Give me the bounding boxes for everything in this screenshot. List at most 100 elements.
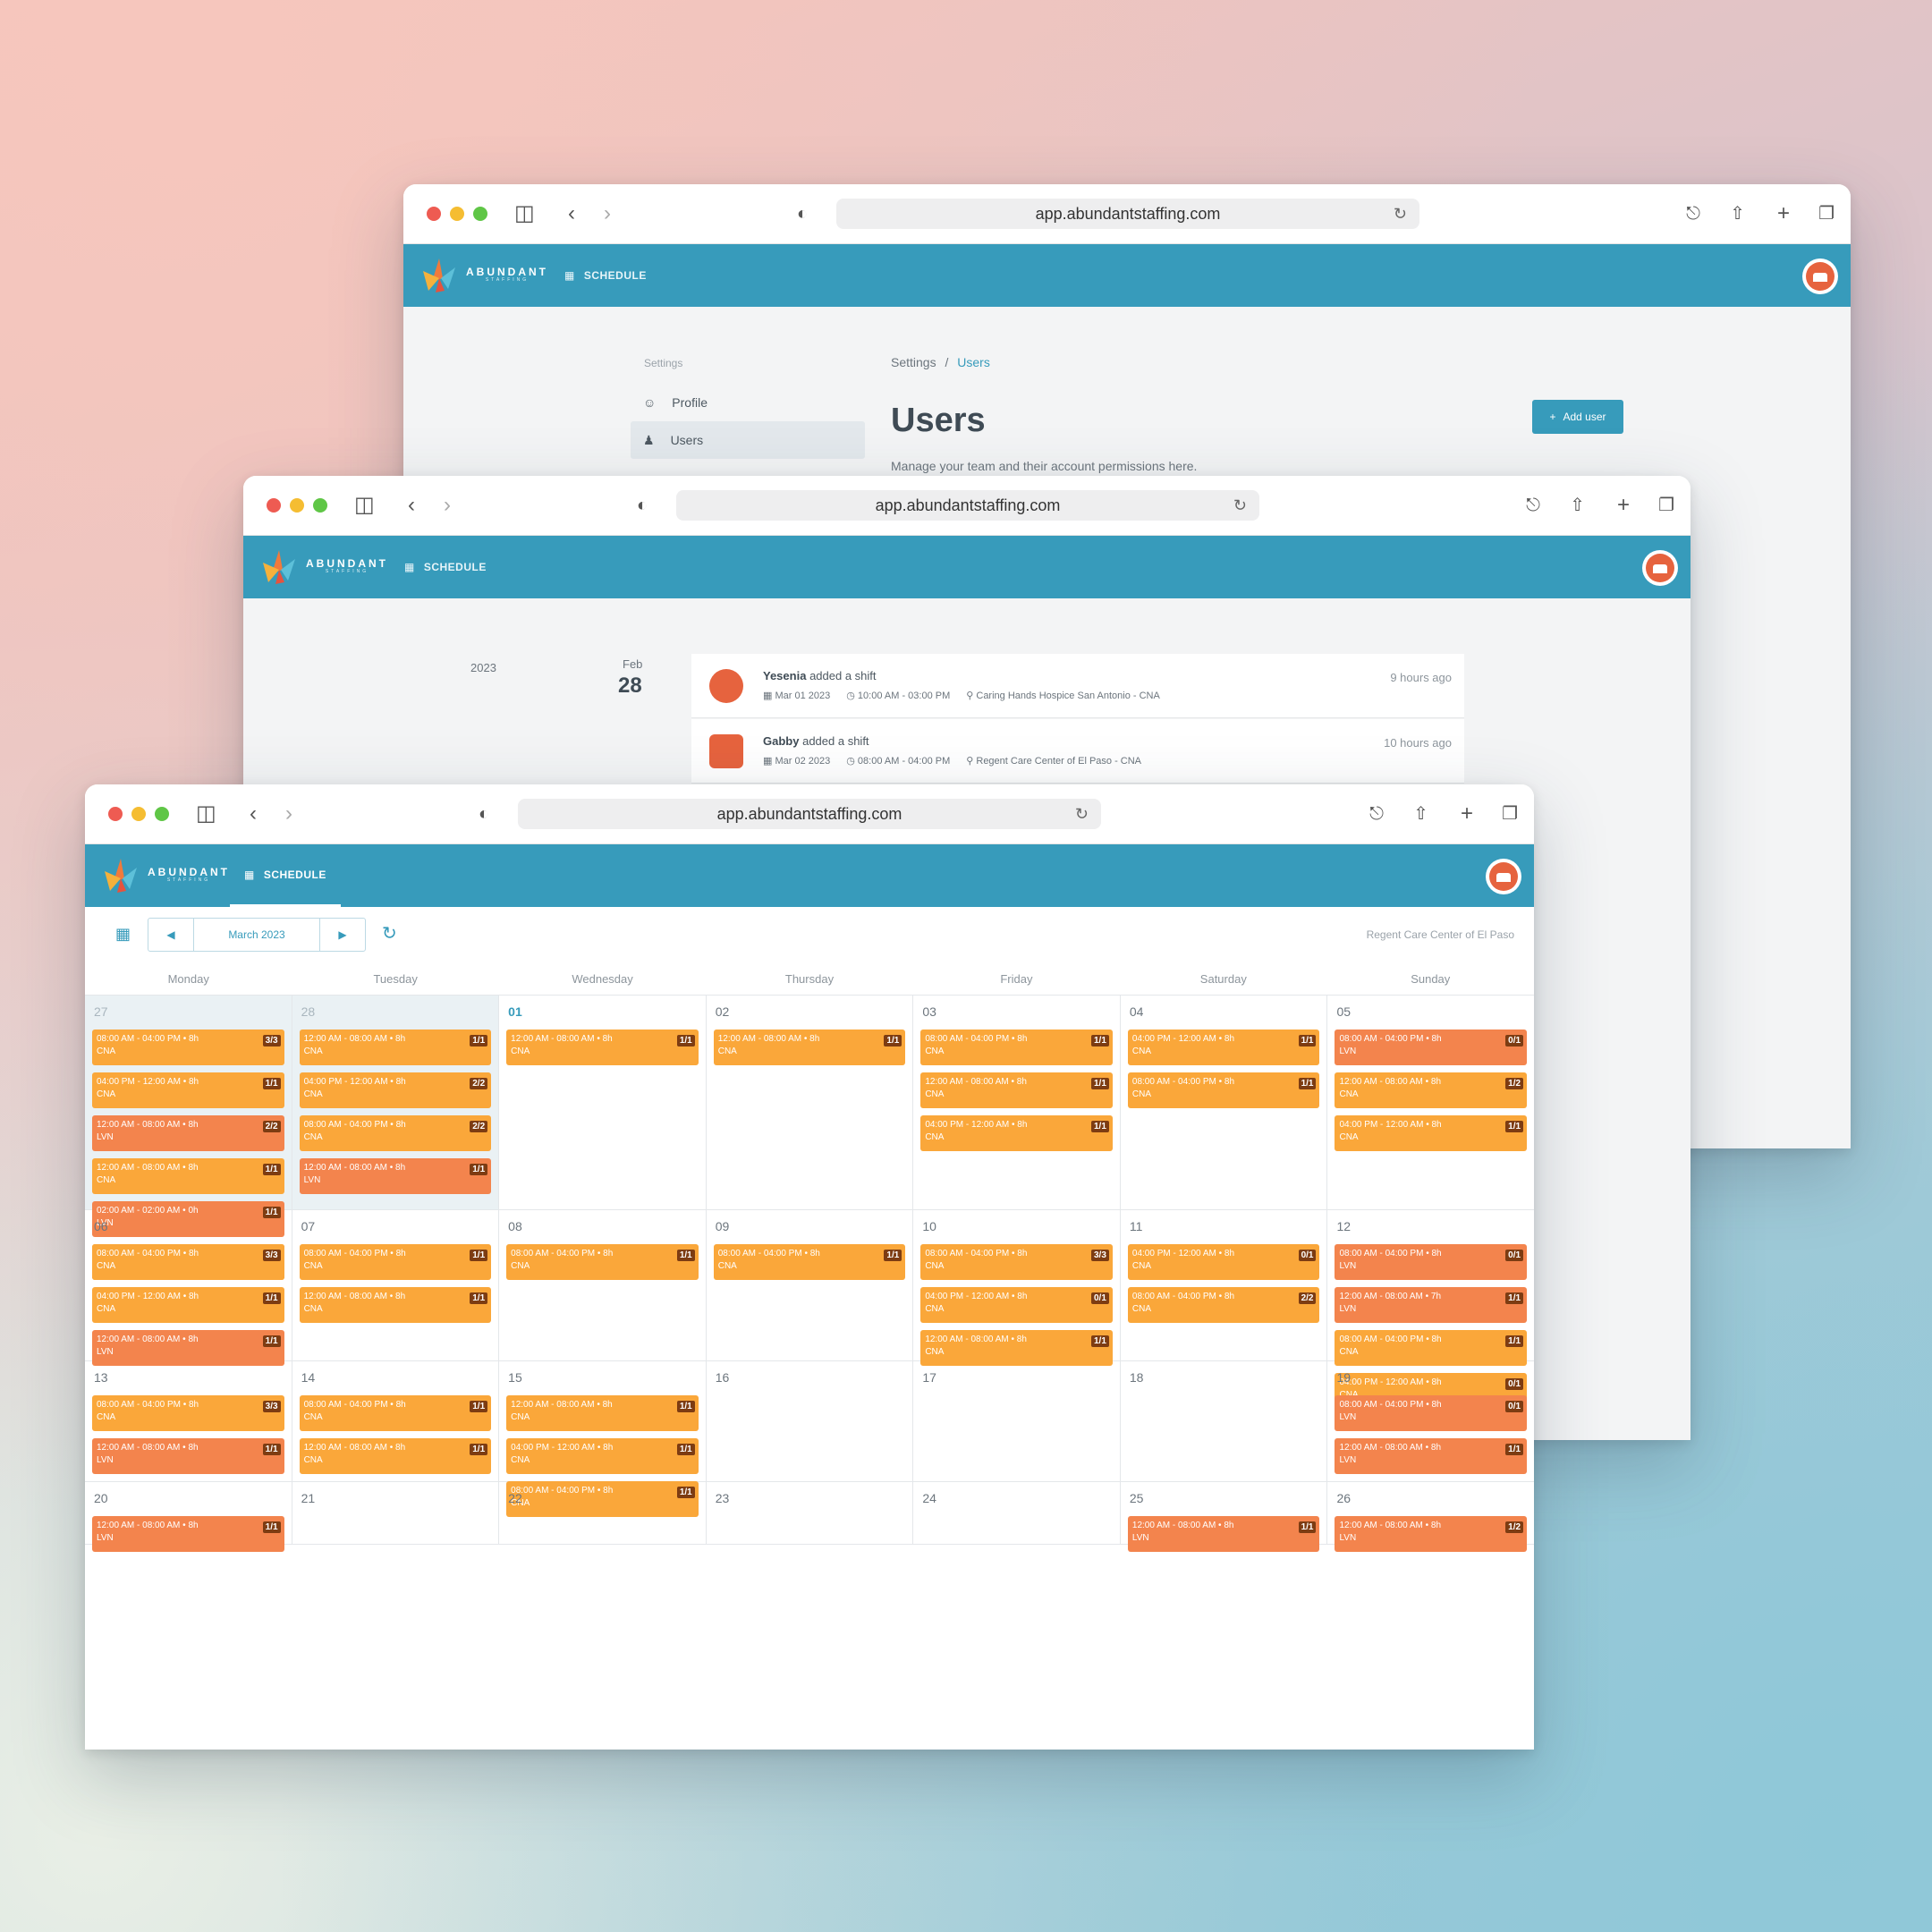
shift-card[interactable]: 04:00 PM - 12:00 AM • 8h CNA 0/1 bbox=[920, 1287, 1113, 1323]
shift-card[interactable]: 12:00 AM - 08:00 AM • 8h CNA 1/1 bbox=[299, 1030, 492, 1065]
calendar-day[interactable]: 06 08:00 AM - 04:00 PM • 8h CNA 3/3 04:00 PM… bbox=[85, 1210, 292, 1366]
abundant-logo[interactable]: ABUNDANT STAFFING bbox=[101, 855, 230, 894]
calendar-day[interactable]: 17 bbox=[913, 1361, 1121, 1481]
shift-card[interactable]: 08:00 AM - 04:00 PM • 8h CNA 1/1 bbox=[299, 1395, 492, 1431]
calendar-day[interactable]: 23 bbox=[707, 1482, 914, 1544]
shift-card[interactable]: 04:00 PM - 12:00 AM • 8h CNA 1/1 bbox=[506, 1438, 699, 1474]
shift-card[interactable]: 08:00 AM - 04:00 PM • 8h CNA 3/3 bbox=[92, 1395, 284, 1431]
avatar[interactable] bbox=[1486, 859, 1521, 894]
calendar-picker-icon[interactable]: ▦ bbox=[115, 925, 131, 944]
shift-card[interactable]: 12:00 AM - 08:00 AM • 8h LVN 1/2 bbox=[1335, 1516, 1528, 1552]
tabs-overview-icon[interactable]: ❐ bbox=[1818, 203, 1835, 225]
calendar-day[interactable]: 18 bbox=[1121, 1361, 1328, 1481]
calendar-day[interactable]: 13 08:00 AM - 04:00 PM • 8h CNA 3/3 12:00 AM… bbox=[85, 1361, 292, 1481]
shift-card[interactable]: 12:00 AM - 08:00 AM • 8h CNA 1/1 bbox=[299, 1438, 492, 1474]
back-icon[interactable]: ‹ bbox=[250, 803, 257, 825]
address-bar[interactable]: app.abundantstaffing.com ↻ bbox=[518, 799, 1101, 829]
activity-item[interactable]: Yesenia added a shift ▦ Mar 01 2023 ◷ 10… bbox=[691, 654, 1464, 718]
download-icon[interactable]: ⎋ bbox=[1526, 495, 1540, 516]
calendar-day[interactable]: 01 12:00 AM - 08:00 AM • 8h CNA 1/1 bbox=[499, 996, 707, 1209]
shift-card[interactable]: 08:00 AM - 04:00 PM • 8h CNA 3/3 bbox=[92, 1244, 284, 1280]
abundant-logo[interactable]: ABUNDANT STAFFING bbox=[419, 255, 548, 294]
calendar-day[interactable]: 10 08:00 AM - 04:00 PM • 8h CNA 3/3 04:00 PM… bbox=[913, 1210, 1121, 1366]
shift-card[interactable]: 12:00 AM - 08:00 AM • 8h CNA 1/2 bbox=[1335, 1072, 1528, 1108]
close-window-button[interactable] bbox=[108, 807, 123, 821]
shift-card[interactable]: 04:00 PM - 12:00 AM • 8h CNA 0/1 bbox=[1127, 1244, 1320, 1280]
nav-schedule[interactable]: ▦ SCHEDULE bbox=[404, 536, 487, 598]
avatar[interactable] bbox=[1802, 258, 1838, 294]
prev-month-button[interactable]: ◀ bbox=[148, 919, 193, 951]
shift-card[interactable]: 08:00 AM - 04:00 PM • 8h CNA 3/3 bbox=[92, 1030, 284, 1065]
shift-card[interactable]: 12:00 AM - 08:00 AM • 8h LVN 1/1 bbox=[92, 1330, 284, 1366]
calendar-day[interactable]: 08 08:00 AM - 04:00 PM • 8h CNA 1/1 bbox=[499, 1210, 707, 1360]
shift-card[interactable]: 12:00 AM - 08:00 AM • 8h CNA 1/1 bbox=[506, 1395, 699, 1431]
shift-card[interactable]: 08:00 AM - 04:00 PM • 8h CNA 1/1 bbox=[299, 1244, 492, 1280]
shift-card[interactable]: 04:00 PM - 12:00 AM • 8h CNA 1/1 bbox=[92, 1072, 284, 1108]
download-icon[interactable]: ⎋ bbox=[1369, 803, 1384, 825]
breadcrumb-settings[interactable]: Settings bbox=[891, 355, 936, 369]
sidebar-item-users[interactable]: ♟ Users bbox=[631, 421, 865, 459]
calendar-day[interactable]: 05 08:00 AM - 04:00 PM • 8h LVN 0/1 12:00 AM… bbox=[1327, 996, 1534, 1209]
shield-icon[interactable]: ◐ bbox=[479, 803, 489, 825]
calendar-day[interactable]: 11 04:00 PM - 12:00 AM • 8h CNA 0/1 08:00 AM… bbox=[1121, 1210, 1328, 1360]
calendar-day[interactable]: 27 08:00 AM - 04:00 PM • 8h CNA 3/3 04:00 PM… bbox=[85, 996, 292, 1280]
next-month-button[interactable]: ▶ bbox=[320, 919, 365, 951]
shift-card[interactable]: 08:00 AM - 04:00 PM • 8h CNA 2/2 bbox=[299, 1115, 492, 1151]
back-icon[interactable]: ‹ bbox=[408, 495, 415, 516]
shift-card[interactable]: 12:00 AM - 08:00 AM • 8h CNA 1/1 bbox=[299, 1287, 492, 1323]
calendar-day[interactable]: 24 bbox=[913, 1482, 1121, 1544]
calendar-day[interactable]: 12 08:00 AM - 04:00 PM • 8h LVN 0/1 12:00 AM… bbox=[1327, 1210, 1534, 1409]
calendar-day[interactable]: 21 bbox=[292, 1482, 500, 1544]
calendar-day[interactable]: 15 12:00 AM - 08:00 AM • 8h CNA 1/1 04:00 PM… bbox=[499, 1361, 707, 1517]
shift-card[interactable]: 12:00 AM - 08:00 AM • 8h LVN 1/1 bbox=[1127, 1516, 1320, 1552]
zoom-window-button[interactable] bbox=[155, 807, 169, 821]
shift-card[interactable]: 12:00 AM - 08:00 AM • 8h LVN 1/1 bbox=[92, 1438, 284, 1474]
calendar-day[interactable]: 02 12:00 AM - 08:00 AM • 8h CNA 1/1 bbox=[707, 996, 914, 1209]
shift-card[interactable]: 08:00 AM - 04:00 PM • 8h LVN 0/1 bbox=[1335, 1244, 1528, 1280]
shift-card[interactable]: 12:00 AM - 08:00 AM • 8h LVN 1/1 bbox=[92, 1516, 284, 1552]
sidebar-toggle-icon[interactable]: ◫ bbox=[196, 803, 216, 825]
address-bar[interactable]: app.abundantstaffing.com ↻ bbox=[836, 199, 1419, 229]
reload-icon[interactable]: ↻ bbox=[1394, 205, 1407, 224]
shift-card[interactable]: 12:00 AM - 08:00 AM • 8h CNA 1/1 bbox=[506, 1030, 699, 1065]
minimize-window-button[interactable] bbox=[450, 207, 464, 221]
shift-card[interactable]: 04:00 PM - 12:00 AM • 8h CNA 1/1 bbox=[92, 1287, 284, 1323]
calendar-day[interactable]: 03 08:00 AM - 04:00 PM • 8h CNA 1/1 12:00 AM… bbox=[913, 996, 1121, 1209]
calendar-day[interactable]: 28 12:00 AM - 08:00 AM • 8h CNA 1/1 04:00 PM… bbox=[292, 996, 500, 1209]
calendar-day[interactable]: 16 bbox=[707, 1361, 914, 1481]
nav-schedule[interactable]: ▦ SCHEDULE bbox=[230, 844, 341, 907]
shift-card[interactable]: 08:00 AM - 04:00 PM • 8h LVN 0/1 bbox=[1335, 1030, 1528, 1065]
close-window-button[interactable] bbox=[267, 498, 281, 513]
share-icon[interactable]: ⇧ bbox=[1413, 803, 1428, 825]
download-icon[interactable]: ⎋ bbox=[1686, 203, 1700, 225]
minimize-window-button[interactable] bbox=[290, 498, 304, 513]
calendar-day[interactable]: 26 12:00 AM - 08:00 AM • 8h LVN 1/2 bbox=[1327, 1482, 1534, 1552]
shift-card[interactable]: 04:00 PM - 12:00 AM • 8h CNA 2/2 bbox=[299, 1072, 492, 1108]
share-icon[interactable]: ⇧ bbox=[1730, 203, 1745, 225]
forward-icon[interactable]: › bbox=[285, 803, 292, 825]
sidebar-item-profile[interactable]: ☺ Profile bbox=[631, 384, 865, 421]
sidebar-toggle-icon[interactable]: ◫ bbox=[354, 495, 375, 516]
shift-card[interactable]: 12:00 AM - 08:00 AM • 8h LVN 2/2 bbox=[92, 1115, 284, 1151]
shift-card[interactable]: 12:00 AM - 08:00 AM • 8h CNA 1/1 bbox=[920, 1072, 1113, 1108]
add-user-button[interactable]: + Add user bbox=[1532, 400, 1623, 434]
address-bar[interactable]: app.abundantstaffing.com ↻ bbox=[676, 490, 1259, 521]
nav-schedule[interactable]: ▦ SCHEDULE bbox=[564, 244, 647, 307]
calendar-day[interactable]: 07 08:00 AM - 04:00 PM • 8h CNA 1/1 12:00 AM… bbox=[292, 1210, 500, 1360]
minimize-window-button[interactable] bbox=[131, 807, 146, 821]
shift-card[interactable]: 08:00 AM - 04:00 PM • 8h CNA 1/1 bbox=[1335, 1330, 1528, 1366]
reload-icon[interactable]: ↻ bbox=[1233, 496, 1247, 515]
calendar-day[interactable]: 22 bbox=[499, 1482, 707, 1544]
shift-card[interactable]: 04:00 PM - 12:00 AM • 8h CNA 1/1 bbox=[1127, 1030, 1320, 1065]
shift-card[interactable]: 04:00 PM - 12:00 AM • 8h CNA 1/1 bbox=[920, 1115, 1113, 1151]
zoom-window-button[interactable] bbox=[473, 207, 487, 221]
shift-card[interactable]: 08:00 AM - 04:00 PM • 8h LVN 0/1 bbox=[1335, 1395, 1528, 1431]
activity-item[interactable]: Gabby added a shift ▦ Mar 02 2023 ◷ 08:0… bbox=[691, 719, 1464, 784]
calendar-day[interactable]: 04 04:00 PM - 12:00 AM • 8h CNA 1/1 08:00 AM… bbox=[1121, 996, 1328, 1209]
calendar-day[interactable]: 25 12:00 AM - 08:00 AM • 8h LVN 1/1 bbox=[1121, 1482, 1328, 1552]
shift-card[interactable]: 12:00 AM - 08:00 AM • 8h CNA 1/1 bbox=[713, 1030, 906, 1065]
new-tab-icon[interactable]: + bbox=[1461, 803, 1473, 825]
avatar[interactable] bbox=[1642, 550, 1678, 586]
shift-card[interactable]: 08:00 AM - 04:00 PM • 8h CNA 2/2 bbox=[1127, 1287, 1320, 1323]
reload-icon[interactable]: ↻ bbox=[1075, 805, 1089, 824]
